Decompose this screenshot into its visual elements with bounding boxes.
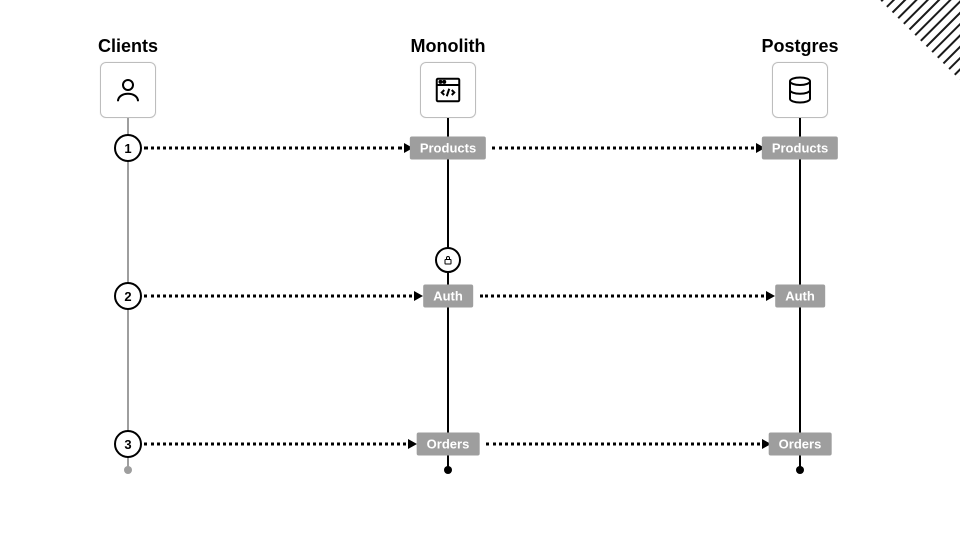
arrow-3-clients-monolith bbox=[144, 443, 406, 446]
tag-monolith-products: Products bbox=[410, 137, 486, 160]
arrow-head-2b bbox=[766, 291, 775, 301]
arrow-head-3a bbox=[408, 439, 417, 449]
actor-title-postgres: Postgres bbox=[761, 36, 838, 57]
arrow-2-clients-monolith bbox=[144, 295, 412, 298]
arrow-3-monolith-postgres bbox=[486, 443, 760, 446]
application-icon bbox=[433, 75, 463, 105]
tag-monolith-orders: Orders bbox=[417, 433, 480, 456]
tag-postgres-orders: Orders bbox=[769, 433, 832, 456]
tag-postgres-auth: Auth bbox=[775, 285, 825, 308]
lifeline-end-monolith bbox=[444, 466, 452, 474]
database-icon bbox=[785, 75, 815, 105]
actor-title-monolith: Monolith bbox=[411, 36, 486, 57]
lifeline-end-clients bbox=[124, 466, 132, 474]
arrow-head-2a bbox=[414, 291, 423, 301]
arrow-1-clients-monolith bbox=[144, 147, 402, 150]
tag-postgres-products: Products bbox=[762, 137, 838, 160]
step-badge-2: 2 bbox=[114, 282, 142, 310]
user-icon bbox=[113, 75, 143, 105]
actor-box-postgres bbox=[772, 62, 828, 118]
step-badge-1: 1 bbox=[114, 134, 142, 162]
actor-box-clients bbox=[100, 62, 156, 118]
lock-icon bbox=[442, 254, 454, 266]
lock-badge bbox=[435, 247, 461, 273]
arrow-2-monolith-postgres bbox=[480, 295, 764, 298]
tag-monolith-auth: Auth bbox=[423, 285, 473, 308]
arrow-1-monolith-postgres bbox=[492, 147, 754, 150]
actor-title-clients: Clients bbox=[98, 36, 158, 57]
step-badge-3: 3 bbox=[114, 430, 142, 458]
lifeline-end-postgres bbox=[796, 466, 804, 474]
actor-box-monolith bbox=[420, 62, 476, 118]
